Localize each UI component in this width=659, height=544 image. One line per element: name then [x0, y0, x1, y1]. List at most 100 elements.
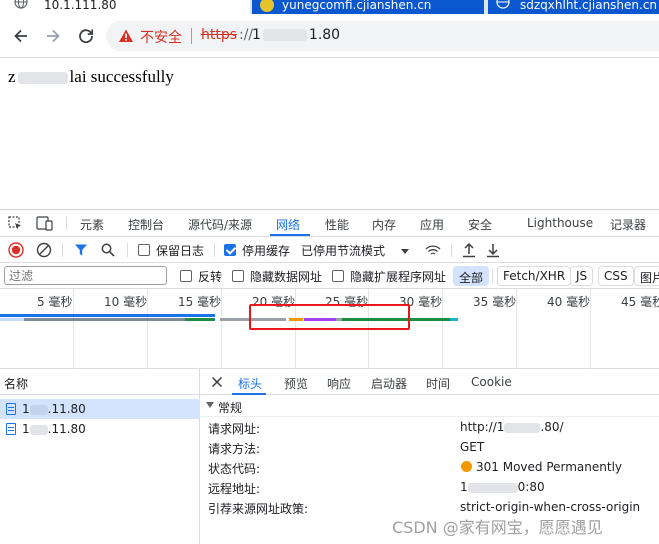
tick-line: [516, 289, 517, 369]
timeline-bar: [185, 318, 213, 321]
browser-toolbar: 不安全 https :// 1 1.80: [0, 14, 659, 58]
request-url-value[interactable]: http://1 .80/: [460, 420, 564, 434]
filter-icon[interactable]: [74, 243, 88, 257]
status-highlight-box: [249, 304, 410, 330]
divider: [62, 243, 63, 257]
tab-network[interactable]: 网络: [276, 216, 300, 233]
message-fragment: lai: [69, 67, 87, 86]
status-code-value: 301 Moved Permanently: [476, 460, 623, 474]
search-icon[interactable]: [101, 243, 115, 257]
invert-label[interactable]: 反转: [198, 268, 222, 285]
disable-cache-checkbox[interactable]: [224, 244, 236, 256]
arrow-right-icon: [47, 29, 60, 43]
remote-address-row: 远程地址: 1 0:80: [200, 477, 659, 497]
tab-memory[interactable]: 内存: [372, 216, 396, 233]
tab-application[interactable]: 应用: [420, 216, 444, 233]
referrer-policy-key: 引荐来源网址政策:: [208, 502, 309, 516]
tick-line: [590, 289, 591, 369]
insecure-label[interactable]: 不安全: [140, 27, 182, 47]
request-name-suffix: .11.80: [47, 402, 86, 416]
tab-title: 10.1.111.80: [44, 0, 117, 12]
message-suffix: successfully: [90, 67, 174, 86]
tab-sources[interactable]: 源代码/来源: [188, 216, 252, 233]
disable-cache-label[interactable]: 停用缓存: [242, 242, 290, 259]
preserve-log-checkbox[interactable]: [138, 244, 150, 256]
request-row[interactable]: 1 .11.80: [0, 419, 200, 439]
redacted-text: [467, 482, 518, 493]
tab-console[interactable]: 控制台: [128, 216, 164, 233]
tab-recorder[interactable]: 记录器: [610, 216, 646, 233]
tab-cookies[interactable]: Cookie: [471, 375, 512, 389]
hide-extension-urls-checkbox[interactable]: [332, 270, 344, 282]
tab-performance[interactable]: 性能: [325, 216, 349, 233]
type-filter-css[interactable]: CSS: [598, 266, 634, 286]
timeline-bar: [450, 318, 458, 321]
tab-security[interactable]: 安全: [468, 216, 492, 233]
back-button[interactable]: [9, 24, 33, 48]
request-name-suffix: .11.80: [47, 422, 86, 436]
type-filter-all[interactable]: 全部: [453, 266, 490, 286]
device-toolbar-icon[interactable]: [36, 216, 53, 231]
redacted-text: [29, 424, 48, 435]
timeline-bar: [213, 318, 215, 321]
filter-input[interactable]: [4, 266, 167, 285]
timeline-bar: [0, 318, 24, 321]
browser-tab-3[interactable]: sdzqxhlht.cjianshen.cn: [488, 0, 659, 14]
throttling-select[interactable]: 已停用节流模式: [301, 242, 385, 259]
divider: [127, 243, 128, 257]
preserve-log-label[interactable]: 保留日志: [156, 242, 204, 259]
referrer-policy-value: strict-origin-when-cross-origin: [460, 500, 641, 514]
request-name-prefix: 1: [22, 422, 30, 436]
redacted-text: [504, 422, 541, 433]
tab-preview[interactable]: 预览: [284, 375, 308, 392]
browser-tab-active[interactable]: 10.1.111.80: [0, 0, 250, 14]
reload-button[interactable]: [74, 24, 98, 48]
browser-tab-2[interactable]: yunegcomfi.cjianshen.cn: [252, 0, 484, 14]
remote-address-prefix: 1: [460, 480, 468, 494]
hide-data-urls-checkbox[interactable]: [232, 270, 244, 282]
request-url-suffix: .80/: [540, 420, 564, 434]
remote-address-value: 1 0:80: [460, 480, 545, 494]
address-bar[interactable]: 不安全 https :// 1 1.80: [106, 21, 659, 51]
tab-initiator[interactable]: 启动器: [371, 375, 407, 392]
redacted-text: [29, 404, 48, 415]
clear-icon[interactable]: [36, 242, 52, 258]
export-har-icon[interactable]: [486, 242, 500, 258]
name-column-header[interactable]: 名称: [0, 369, 200, 395]
active-tab-indicator: [270, 234, 310, 236]
general-section-header[interactable]: 常规: [200, 395, 659, 417]
tick-line: [221, 289, 222, 369]
chevron-down-icon[interactable]: [401, 249, 409, 254]
invert-checkbox[interactable]: [180, 270, 192, 282]
hide-extension-urls-label[interactable]: 隐藏扩展程序网址: [350, 268, 446, 285]
tick-label: 15 毫秒: [178, 295, 222, 309]
inspect-element-icon[interactable]: [8, 216, 23, 231]
url-host: 1 1.80: [252, 27, 340, 43]
type-filter-fetch-xhr[interactable]: Fetch/XHR: [497, 266, 572, 286]
remote-address-suffix: 0:80: [517, 480, 545, 494]
tick-line: [73, 289, 74, 369]
request-url-prefix: http://1: [460, 420, 505, 434]
close-icon[interactable]: [211, 376, 223, 388]
warning-icon[interactable]: [118, 28, 134, 44]
request-row[interactable]: 1 .11.80: [0, 399, 200, 419]
request-name: 1 .11.80: [22, 402, 86, 416]
caret-down-icon: [206, 402, 214, 408]
type-filter-img[interactable]: 图片: [634, 266, 659, 286]
tab-headers[interactable]: 标头: [238, 375, 262, 392]
globe-icon: [496, 0, 510, 9]
forward-button[interactable]: [41, 24, 65, 48]
status-indicator-icon: [461, 461, 472, 472]
tab-lighthouse[interactable]: Lighthouse: [527, 216, 593, 230]
tick-line: [442, 289, 443, 369]
import-har-icon[interactable]: [462, 242, 476, 258]
record-stop-icon[interactable]: [8, 242, 24, 258]
tick-label: 45 毫秒: [621, 295, 659, 309]
type-filter-js[interactable]: JS: [570, 266, 594, 286]
tab-timing[interactable]: 时间: [426, 375, 450, 392]
tab-elements[interactable]: 元素: [80, 216, 104, 233]
network-toolbar: 保留日志 停用缓存 已停用节流模式: [0, 237, 659, 263]
hide-data-urls-label[interactable]: 隐藏数据网址: [250, 268, 322, 285]
network-conditions-icon[interactable]: [424, 242, 442, 258]
tab-response[interactable]: 响应: [327, 375, 351, 392]
